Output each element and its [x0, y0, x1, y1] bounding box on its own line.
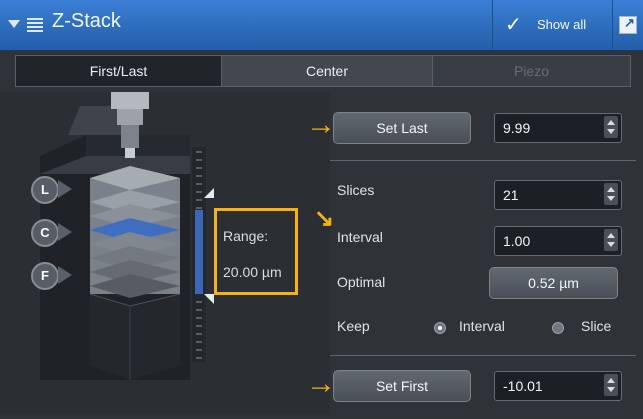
keep-interval-radio[interactable] — [434, 322, 446, 334]
interval-value: 1.00 — [503, 233, 531, 249]
slices-value: 21 — [503, 187, 519, 203]
show-all-toggle[interactable]: ✓ Show all — [492, 0, 613, 50]
first-position-stepper[interactable] — [604, 374, 618, 396]
keep-slice-radio[interactable] — [552, 322, 564, 334]
marker-center-pointer — [58, 223, 72, 241]
optimal-button[interactable]: 0.52 µm — [489, 267, 618, 299]
marker-first-pointer — [58, 266, 72, 284]
mode-tabs: First/Last Center Piezo — [15, 55, 631, 87]
interval-label: Interval — [337, 229, 383, 245]
range-value: 20.00 µm — [223, 264, 282, 280]
slices-stepper[interactable] — [604, 183, 618, 205]
keep-slice-label: Slice — [581, 318, 612, 334]
set-first-arrow-icon: → — [306, 367, 336, 400]
divider-bottom — [330, 355, 636, 356]
last-position-value: 9.99 — [503, 120, 531, 136]
keep-label: Keep — [337, 318, 370, 334]
panel-title: Z-Stack — [52, 10, 121, 32]
menu-icon[interactable] — [27, 16, 43, 32]
range-label: Range: — [223, 228, 269, 244]
interval-stepper[interactable] — [604, 229, 618, 251]
undock-button[interactable]: ↗ — [612, 0, 643, 50]
keep-interval-label: Interval — [459, 318, 505, 334]
title-bar: Z-Stack ✓ Show all ↗ — [0, 0, 643, 51]
first-position-value: -10.01 — [503, 378, 543, 394]
last-position-field[interactable]: 9.99 — [494, 113, 622, 143]
marker-first-button[interactable]: F — [31, 262, 59, 290]
undock-arrow-icon: ↗ — [624, 15, 635, 30]
last-position-stepper[interactable] — [604, 116, 618, 138]
marker-last-button[interactable]: L — [31, 176, 59, 204]
range-highlight-box — [214, 208, 298, 295]
optimal-label: Optimal — [337, 274, 386, 290]
slices-label: Slices — [337, 182, 375, 198]
interval-pointer-icon: ↘ — [314, 205, 335, 232]
set-last-arrow-icon: → — [306, 108, 336, 141]
check-icon: ✓ — [505, 14, 522, 36]
show-all-label: Show all — [537, 17, 587, 32]
collapse-icon[interactable] — [8, 20, 20, 28]
interval-field[interactable]: 1.00 — [494, 226, 622, 256]
set-first-button[interactable]: Set First — [333, 370, 471, 402]
tab-first-last[interactable]: First/Last — [16, 56, 222, 86]
marker-last-pointer — [58, 180, 72, 198]
first-position-field[interactable]: -10.01 — [494, 371, 622, 401]
set-last-button[interactable]: Set Last — [333, 112, 471, 144]
divider — [330, 160, 636, 161]
marker-center-button[interactable]: C — [31, 219, 59, 247]
tab-piezo: Piezo — [433, 56, 630, 86]
tab-center[interactable]: Center — [222, 56, 433, 86]
slices-field[interactable]: 21 — [494, 180, 622, 210]
